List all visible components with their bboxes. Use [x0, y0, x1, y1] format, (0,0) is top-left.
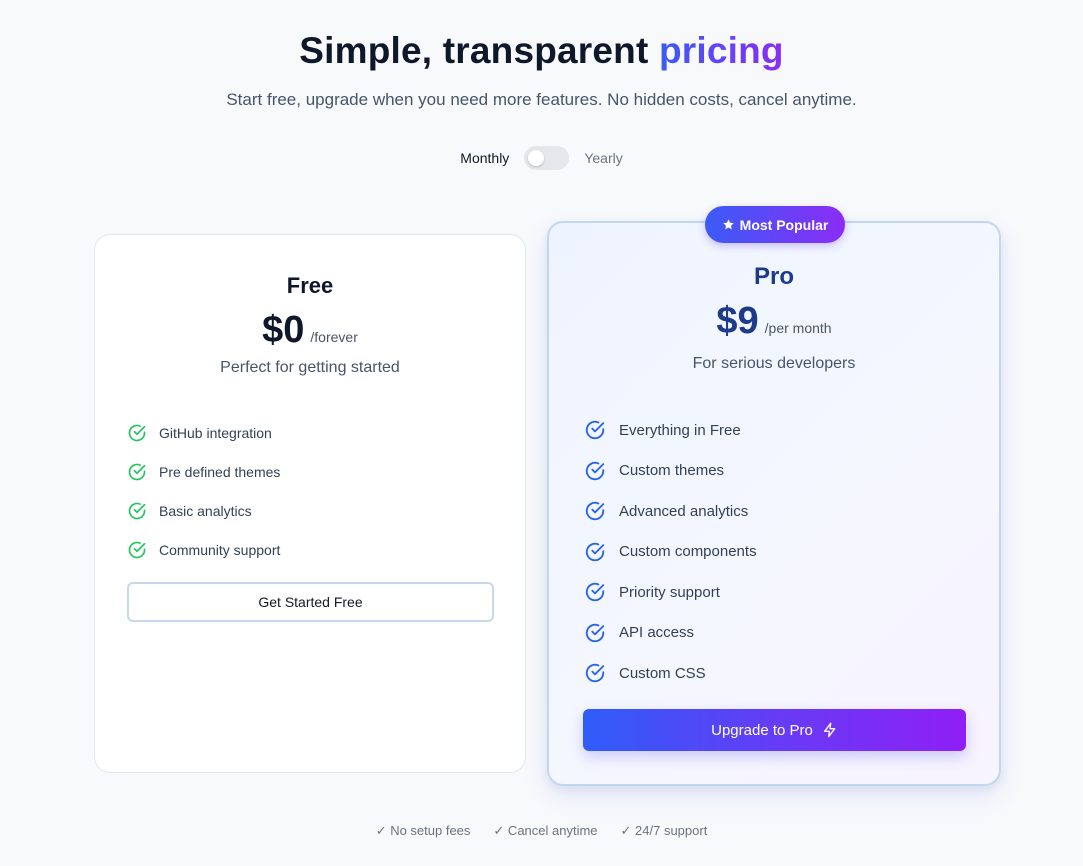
- pro-plan-card: Most Popular Pro $9 /per month For serio…: [547, 206, 1001, 786]
- feature-label: Custom components: [619, 543, 757, 561]
- feature-item: Basic analytics: [127, 491, 280, 530]
- check-circle-icon: [585, 542, 605, 561]
- feature-item: Custom themes: [584, 451, 757, 492]
- page-subtitle: Start free, upgrade when you need more f…: [226, 90, 857, 109]
- get-started-free-button[interactable]: Get Started Free: [127, 582, 494, 622]
- feature-item: Community support: [127, 530, 280, 569]
- plan-price: $9: [716, 300, 759, 342]
- check-circle-icon: [585, 583, 605, 602]
- check-circle-icon: [128, 424, 146, 441]
- feature-list: Everything in Free Custom themes Advanced …: [584, 410, 757, 694]
- free-plan-card: Free $0 /forever Perfect for getting sta…: [94, 234, 526, 773]
- title-main: Simple, transparent: [299, 30, 649, 71]
- billing-toggle: Monthly Yearly: [0, 146, 1083, 170]
- plan-name: Pro: [753, 263, 794, 290]
- feature-label: Everything in Free: [619, 421, 741, 439]
- plan-tagline: For serious developers: [692, 355, 856, 372]
- plan-price: $0: [262, 309, 305, 351]
- feature-label: API access: [619, 624, 695, 642]
- feature-item: Priority support: [584, 572, 757, 613]
- feature-item: API access: [584, 613, 757, 654]
- check-circle-icon: [128, 463, 146, 480]
- plan-period: /forever: [310, 329, 358, 345]
- button-label: Upgrade to Pro: [711, 721, 813, 739]
- feature-list: GitHub integration Pre defined themes Basi…: [127, 413, 280, 569]
- check-circle-icon: [585, 623, 605, 642]
- upgrade-to-pro-button[interactable]: Upgrade to Pro: [583, 709, 966, 751]
- monthly-label[interactable]: Monthly: [460, 150, 509, 166]
- check-circle-icon: [585, 461, 605, 480]
- feature-label: Custom themes: [619, 462, 725, 480]
- feature-label: Priority support: [619, 583, 720, 601]
- plan-period: /per month: [764, 320, 832, 336]
- feature-item: GitHub integration: [127, 413, 280, 452]
- plan-name: Free: [286, 273, 334, 298]
- title-accent: pricing: [658, 30, 784, 71]
- yearly-label[interactable]: Yearly: [584, 150, 622, 166]
- footer-note-setup: ✓ No setup fees: [375, 823, 471, 838]
- price-row: $0 /forever: [95, 309, 525, 352]
- footer-note-cancel: ✓ Cancel anytime: [493, 823, 598, 838]
- billing-period-switch[interactable]: [524, 146, 570, 170]
- feature-item: Advanced analytics: [584, 491, 757, 532]
- check-circle-icon: [128, 541, 146, 558]
- button-label: Get Started Free: [258, 594, 363, 610]
- feature-item: Pre defined themes: [127, 452, 280, 491]
- most-popular-badge: Most Popular: [705, 206, 845, 243]
- price-row: $9 /per month: [549, 300, 999, 343]
- feature-label: Advanced analytics: [619, 502, 749, 520]
- page-title: Simple, transparent pricing: [0, 30, 1083, 72]
- feature-label: Pre defined themes: [159, 463, 281, 480]
- check-circle-icon: [585, 502, 605, 521]
- feature-item: Everything in Free: [584, 410, 757, 451]
- star-icon: [722, 219, 734, 230]
- footer-notes: ✓ No setup fees ✓ Cancel anytime ✓ 24/7 …: [0, 823, 1083, 839]
- pricing-page: Simple, transparent pricing Start free, …: [0, 0, 1083, 866]
- feature-label: Custom CSS: [619, 664, 706, 682]
- footer-note-support: ✓ 24/7 support: [620, 823, 708, 838]
- plan-tagline: Perfect for getting started: [220, 359, 400, 376]
- feature-label: GitHub integration: [159, 424, 272, 441]
- feature-label: Basic analytics: [159, 502, 252, 519]
- lightning-icon: [823, 722, 836, 738]
- feature-label: Community support: [159, 541, 281, 558]
- feature-item: Custom CSS: [584, 653, 757, 694]
- feature-item: Custom components: [584, 532, 757, 573]
- badge-label: Most Popular: [739, 216, 829, 233]
- check-circle-icon: [585, 664, 605, 683]
- switch-knob: [528, 150, 545, 166]
- check-circle-icon: [128, 502, 146, 519]
- check-circle-icon: [585, 421, 605, 440]
